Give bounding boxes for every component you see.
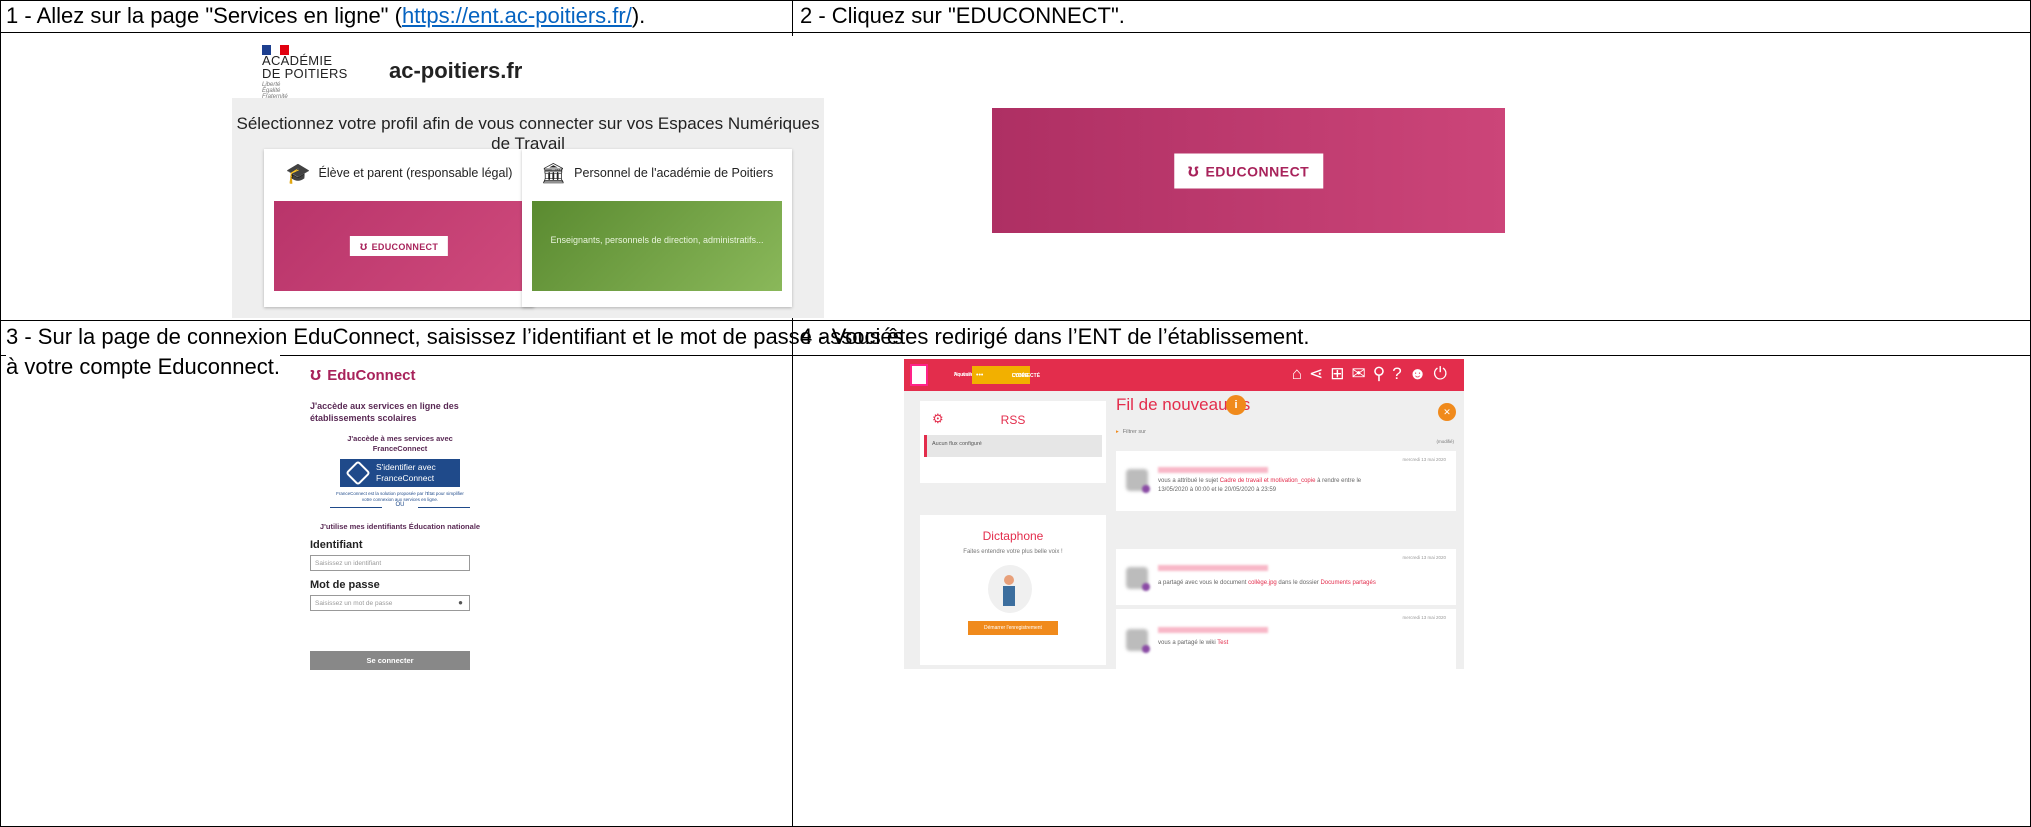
ac-poitiers-header: ACADÉMIE DE POITIERS Liberté Égalité Frater…	[232, 36, 824, 100]
franceconnect-intro: J'accède à mes services avec FranceConnec…	[347, 434, 453, 453]
password-input[interactable]: Saisissez un mot de passe ●	[310, 595, 470, 611]
identifier-label: Identifiant	[310, 539, 363, 551]
ent-screenshot: Nouvelle- Aquitaine ••• LYCÉE CONNECTÉ ⌂⋖⊞✉…	[904, 359, 1464, 669]
rss-title: RSS	[1000, 413, 1026, 427]
author-name-blurred	[1158, 627, 1268, 633]
institution-icon: 🏛	[540, 163, 567, 185]
news-item[interactable]: mercredi 13 mai 2020 vous a partagé le w…	[1116, 609, 1456, 669]
community-icon[interactable]: ☻	[1409, 364, 1434, 383]
educonnect-logo-icon: ʊ	[359, 239, 368, 253]
identifier-input[interactable]: Saisissez un identifiant	[310, 555, 470, 571]
news-text: vous a partagé le wiki Test	[1158, 640, 1229, 646]
password-label: Mot de passe	[310, 579, 380, 591]
staff-card[interactable]: 🏛 Personnel de l'académie de Poitiers Ens…	[522, 149, 792, 307]
table-rule	[0, 320, 2031, 321]
franceconnect-button[interactable]: S'identifier avec FranceConnect	[340, 459, 460, 487]
rss-feed-empty: Aucun flux configuré	[924, 435, 1102, 457]
news-date: mercredi 13 mai 2020	[1402, 555, 1446, 560]
educonnect-logo-icon: ʊ	[1187, 160, 1200, 180]
mail-icon[interactable]: ✉	[1351, 364, 1372, 383]
step-2-caption: 2 - Cliquez sur "EDUCONNECT".	[800, 3, 1125, 28]
profile-selection: Sélectionnez votre profil afin de vous c…	[232, 98, 824, 318]
staff-tile-subtitle: Enseignants, personnels de direction, ad…	[550, 235, 764, 245]
ac-poitiers-screenshot: ACADÉMIE DE POITIERS Liberté Égalité Frater…	[232, 36, 824, 318]
step-1-tail: ).	[631, 3, 646, 28]
educonnect-banner[interactable]: ʊ EDUCONNECT	[992, 108, 1505, 233]
dictaphone-title: Dictaphone	[982, 529, 1044, 543]
news-date: mercredi 13 mai 2020	[1402, 615, 1446, 620]
student-parent-card[interactable]: 🎓 Élève et parent (responsable légal) ʊ ED…	[264, 149, 534, 307]
filter-toggle[interactable]: Filtrer sur	[1116, 429, 1146, 435]
national-credentials-label: J'utilise mes identifiants Éducation nat…	[319, 522, 481, 531]
app-badge-icon	[1142, 583, 1150, 591]
show-password-icon[interactable]: ●	[458, 598, 463, 607]
step-3-caption-line2: à votre compte Educonnect.	[6, 352, 280, 382]
educonnect-badge: ʊ EDUCONNECT	[349, 236, 449, 256]
staff-tile[interactable]: Enseignants, personnels de direction, ad…	[532, 201, 782, 291]
author-name-blurred	[1158, 467, 1268, 473]
educonnect-login-screenshot: ʊ EduConnect J'accède aux services en lig…	[310, 362, 490, 672]
ent-top-bar: Nouvelle- Aquitaine ••• LYCÉE CONNECTÉ ⌂⋖⊞✉…	[904, 359, 1464, 391]
logout-icon[interactable]: ⏻	[1434, 364, 1454, 383]
step-1-caption: 1 - Allez sur la page "Services en ligne…	[6, 1, 645, 31]
step-3-caption-line1: 3 - Sur la page de connexion EduConnect,…	[6, 324, 904, 349]
news-text: vous a attribué le sujet Cadre de travai…	[1158, 478, 1362, 493]
news-text: a partagé avec vous le document collège.…	[1158, 580, 1376, 586]
step-4-caption: 4 - Vous êtes redirigé dans l’ENT de l’é…	[800, 324, 1310, 349]
franceconnect-logo-icon	[345, 460, 371, 486]
dictaphone-subtitle: Faites entendre votre plus belle voix !	[963, 549, 1063, 555]
apps-grid-icon[interactable]: ⊞	[1330, 364, 1351, 383]
start-recording-button[interactable]: Démarrer l'enregistrement	[968, 621, 1058, 635]
login-button[interactable]: Se connecter	[310, 651, 470, 670]
filter-state: (modifié)	[1436, 439, 1454, 444]
info-badge[interactable]: i	[1226, 395, 1246, 415]
educonnect-logo-icon: ʊ	[310, 364, 322, 384]
table-rule	[0, 32, 2031, 33]
share-icon[interactable]: ⋖	[1309, 364, 1330, 383]
lycee-connecte-logo: ••• LYCÉE CONNECTÉ	[972, 366, 1040, 384]
ent-link[interactable]: https://ent.ac-poitiers.fr/	[402, 3, 632, 28]
educonnect-badge: ʊ EDUCONNECT	[1173, 153, 1324, 188]
or-divider: OU	[330, 502, 470, 512]
table-border-left	[0, 0, 1, 827]
table-rule	[0, 355, 2031, 356]
singer-illustration-icon	[988, 565, 1032, 613]
news-date: mercredi 13 mai 2020	[1402, 457, 1446, 462]
news-item[interactable]: mercredi 13 mai 2020 vous a attribué le …	[1116, 451, 1456, 511]
educonnect-tile[interactable]: ʊ EDUCONNECT	[274, 201, 524, 291]
author-name-blurred	[1158, 565, 1268, 571]
region-logo: Nouvelle- Aquitaine	[910, 364, 975, 386]
academy-name: ACADÉMIE DE POITIERS	[262, 53, 348, 81]
help-icon[interactable]: ?	[1392, 364, 1408, 383]
app-badge-icon	[1142, 645, 1150, 653]
profile-selection-title: Sélectionnez votre profil afin de vous c…	[236, 114, 820, 153]
ent-toolbar: ⌂⋖⊞✉⚲?☻⏻	[1292, 364, 1454, 384]
news-item[interactable]: mercredi 13 mai 2020 a partagé avec vous…	[1116, 549, 1456, 605]
app-badge-icon	[1142, 485, 1150, 493]
student-card-label: 🎓 Élève et parent (responsable légal)	[285, 163, 513, 185]
search-icon[interactable]: ⚲	[1373, 364, 1392, 383]
login-heading: J'accède aux services en ligne des établi…	[310, 401, 459, 423]
site-name: ac-poitiers.fr	[389, 58, 523, 83]
rss-widget: ⚙ RSS Aucun flux configuré	[920, 401, 1106, 483]
graduation-cap-icon: 🎓	[285, 163, 311, 185]
home-icon[interactable]: ⌂	[1292, 364, 1309, 383]
educonnect-logo: ʊ EduConnect	[310, 364, 416, 384]
staff-card-label: 🏛 Personnel de l'académie de Poitiers	[540, 163, 774, 185]
dictaphone-widget: Dictaphone Faites entendre votre plus be…	[920, 515, 1106, 665]
marianne-flag-icon	[262, 42, 290, 55]
tools-icon[interactable]: ✕	[1438, 403, 1456, 421]
step-1-text: 1 - Allez sur la page "Services en ligne…	[6, 3, 402, 28]
